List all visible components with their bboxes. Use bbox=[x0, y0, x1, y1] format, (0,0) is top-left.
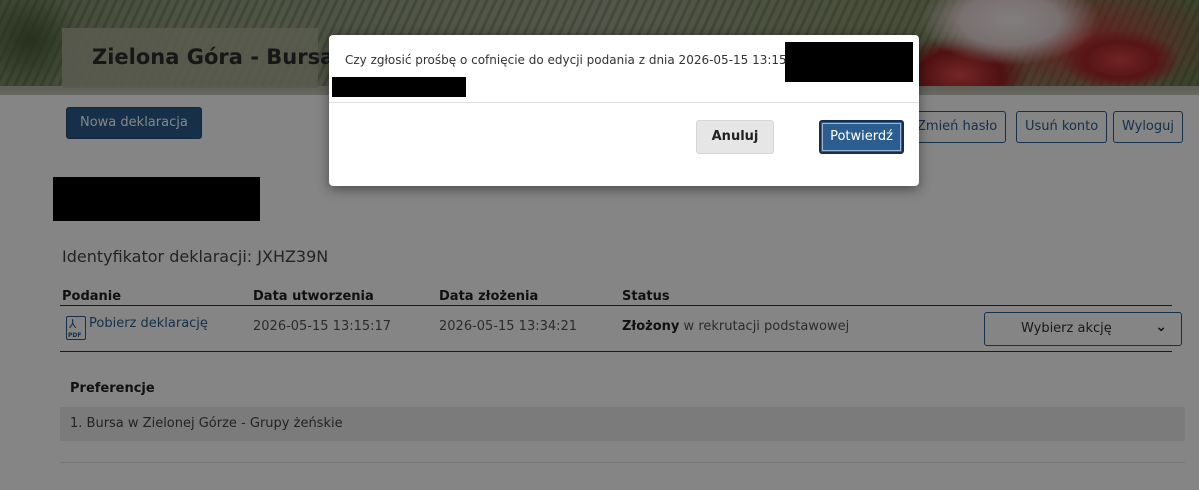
redacted-dialog-text-1 bbox=[785, 42, 913, 82]
confirm-dialog: Czy zgłosić prośbę o cofnięcie do edycji… bbox=[329, 35, 919, 186]
dialog-divider bbox=[329, 102, 919, 103]
cancel-button[interactable]: Anuluj bbox=[696, 120, 774, 154]
dialog-message: Czy zgłosić prośbę o cofnięcie do edycji… bbox=[345, 53, 807, 67]
redacted-dialog-text-2 bbox=[332, 77, 466, 97]
confirm-button[interactable]: Potwierdź bbox=[819, 120, 904, 154]
